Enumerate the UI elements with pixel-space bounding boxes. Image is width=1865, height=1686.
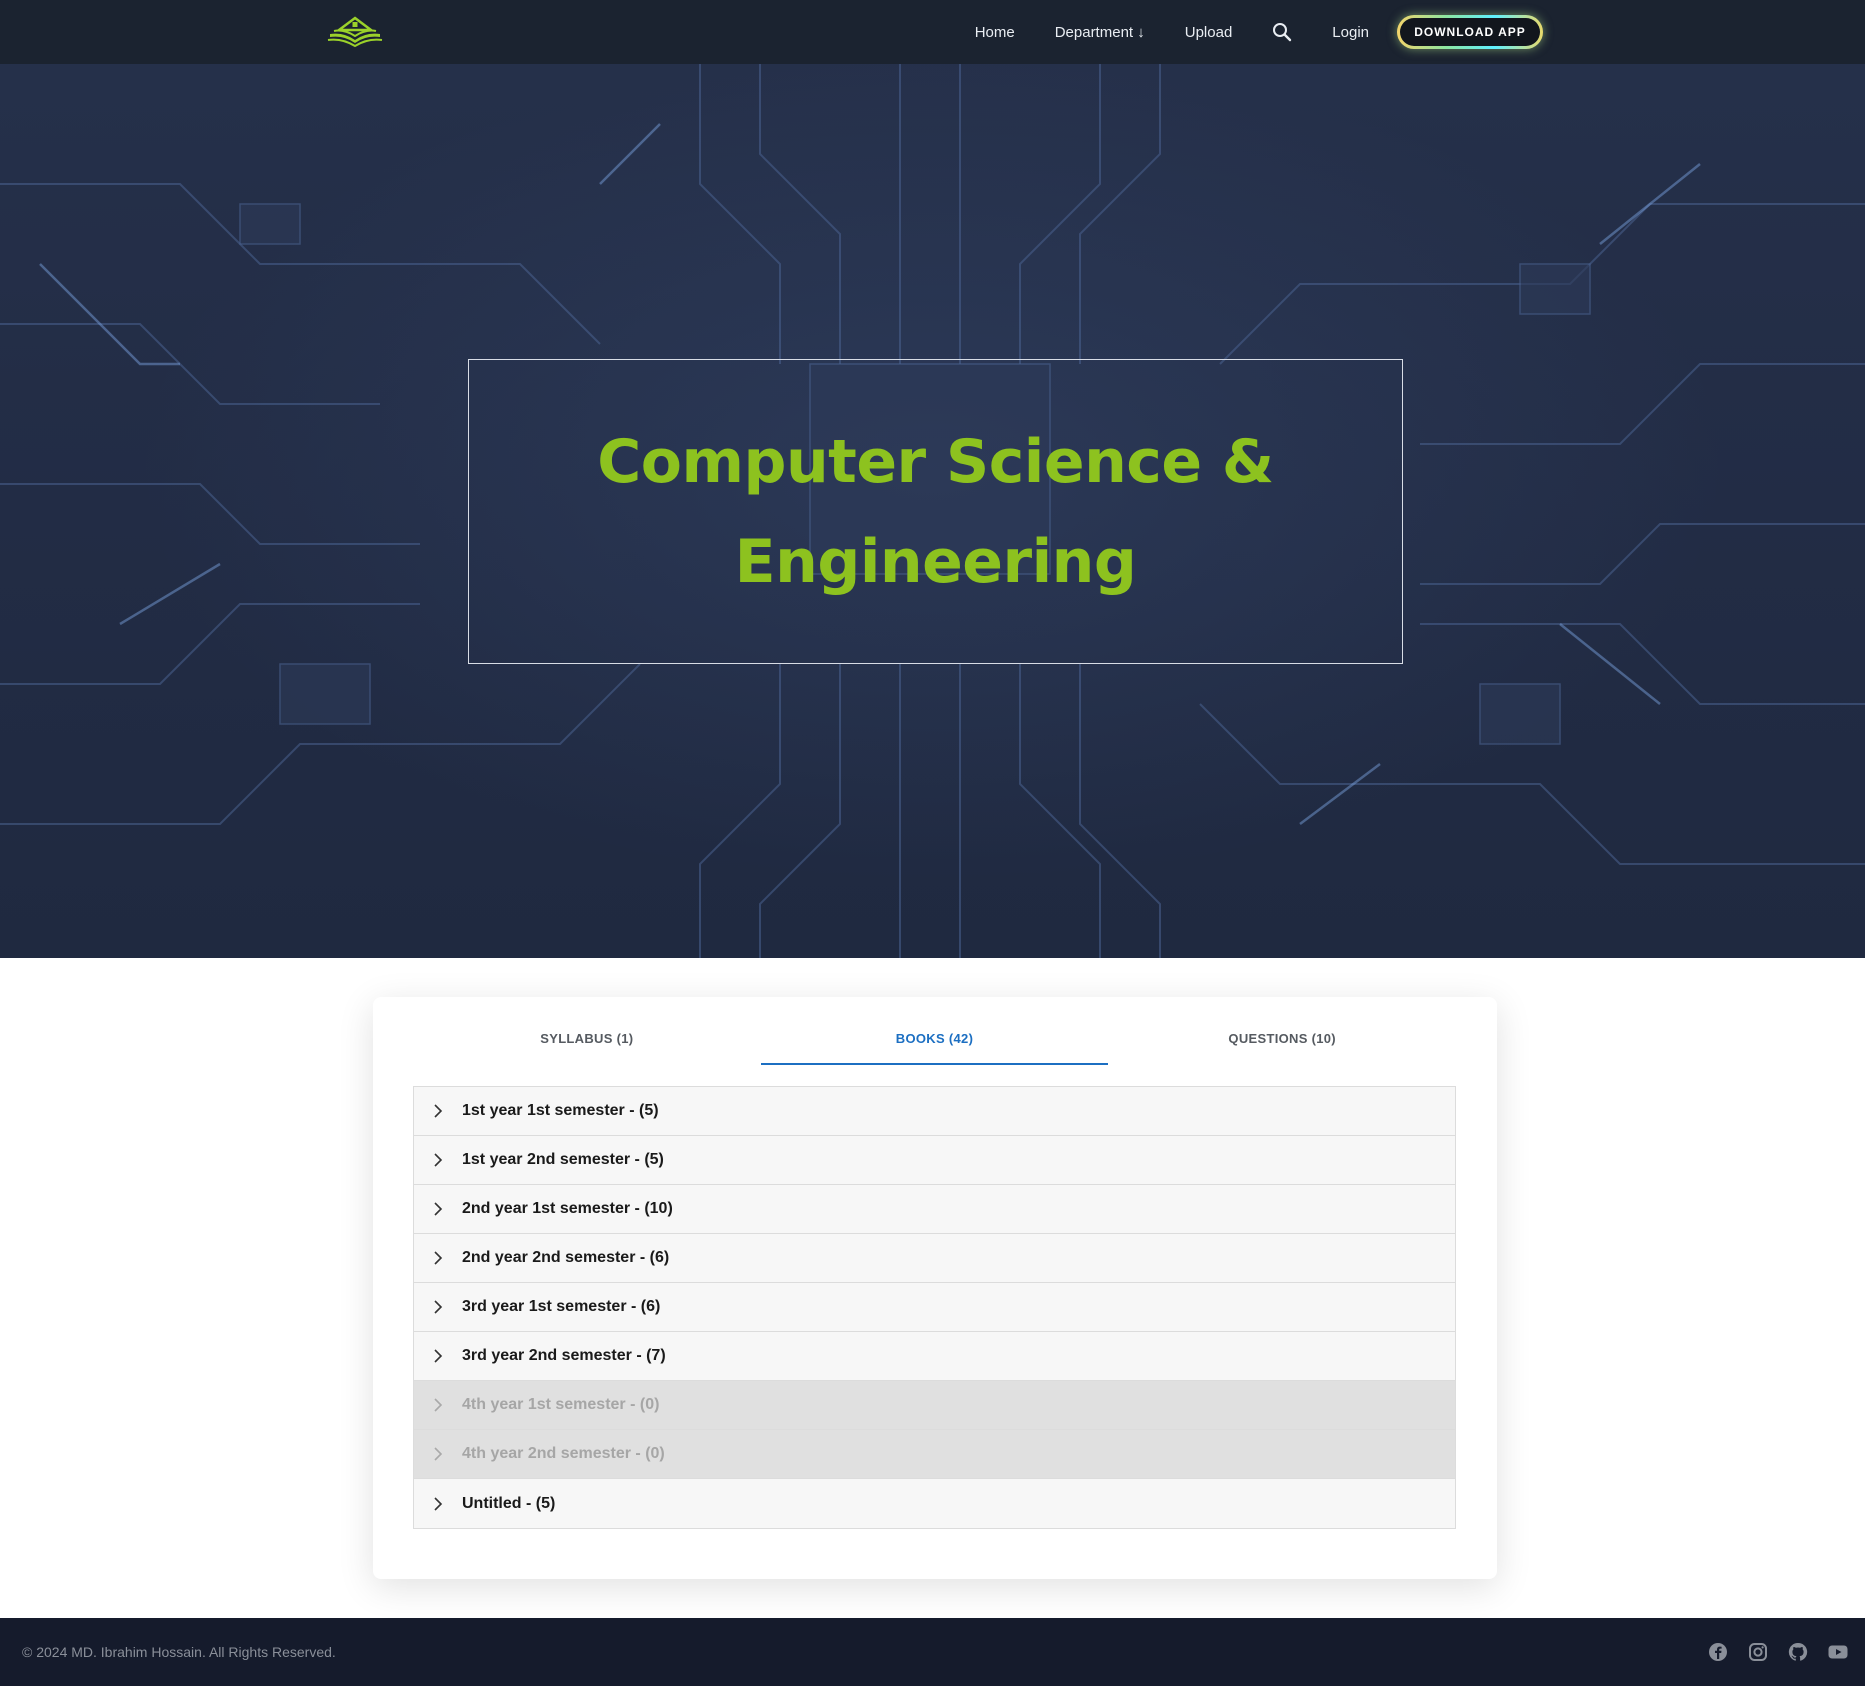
chevron-right-icon bbox=[414, 1332, 462, 1381]
chevron-right-icon bbox=[414, 1087, 462, 1136]
github-icon[interactable] bbox=[1787, 1641, 1809, 1663]
accordion-item-label: 2nd year 2nd semester - (6) bbox=[462, 1249, 670, 1266]
copyright-text: © 2024 MD. Ibrahim Hossain. All Rights R… bbox=[22, 1644, 336, 1660]
accordion-item-label: 4th year 1st semester - (0) bbox=[462, 1396, 660, 1413]
accordion-item-label: 2nd year 1st semester - (10) bbox=[462, 1200, 673, 1217]
chevron-right-icon bbox=[414, 1479, 462, 1528]
accordion-item-label: 4th year 2nd semester - (0) bbox=[462, 1445, 665, 1462]
chevron-right-icon bbox=[414, 1381, 462, 1430]
social-links bbox=[1689, 1641, 1849, 1663]
semester-accordion: 1st year 1st semester - (5) 1st year 2nd… bbox=[413, 1086, 1456, 1529]
tab-questions[interactable]: QUESTIONS (10) bbox=[1108, 1017, 1456, 1065]
accordion-item-label: 3rd year 1st semester - (6) bbox=[462, 1298, 661, 1315]
accordion-item-label: Untitled - (5) bbox=[462, 1494, 556, 1512]
accordion-item-label: 1st year 2nd semester - (5) bbox=[462, 1151, 664, 1168]
nav-login-link[interactable]: Login bbox=[1332, 24, 1369, 41]
accordion-item[interactable]: 3rd year 1st semester - (6) bbox=[414, 1283, 1455, 1332]
chevron-right-icon bbox=[414, 1136, 462, 1185]
tab-books[interactable]: BOOKS (42) bbox=[760, 1017, 1109, 1065]
nav-home-link[interactable]: Home bbox=[975, 24, 1015, 41]
nav-department-dropdown[interactable]: Department ↓ bbox=[1055, 24, 1145, 41]
facebook-icon[interactable] bbox=[1707, 1641, 1729, 1663]
book-house-logo-icon[interactable] bbox=[326, 16, 384, 48]
tab-bar: SYLLABUS (1) BOOKS (42) QUESTIONS (10) bbox=[413, 1017, 1456, 1065]
nav-upload-link[interactable]: Upload bbox=[1185, 24, 1233, 41]
accordion-item[interactable]: 1st year 1st semester - (5) bbox=[414, 1087, 1455, 1136]
accordion-item[interactable]: 2nd year 1st semester - (10) bbox=[414, 1185, 1455, 1234]
accordion-item-label: 1st year 1st semester - (5) bbox=[462, 1102, 659, 1119]
instagram-icon[interactable] bbox=[1747, 1641, 1769, 1663]
page-title: Computer Science & Engineering bbox=[597, 426, 1274, 597]
chevron-right-icon bbox=[414, 1283, 462, 1332]
top-navbar: Home Department ↓ Upload Login DOWNLOAD … bbox=[0, 0, 1865, 64]
content-card: SYLLABUS (1) BOOKS (42) QUESTIONS (10) 1… bbox=[373, 997, 1497, 1579]
accordion-item[interactable]: 3rd year 2nd semester - (7) bbox=[414, 1332, 1455, 1381]
accordion-item-disabled: 4th year 1st semester - (0) bbox=[414, 1381, 1455, 1430]
hero-banner: Computer Science & Engineering bbox=[0, 64, 1865, 958]
chevron-right-icon bbox=[414, 1234, 462, 1283]
tab-syllabus[interactable]: SYLLABUS (1) bbox=[413, 1017, 761, 1065]
nav-links: Home Department ↓ Upload Login DOWNLOAD … bbox=[975, 0, 1543, 64]
chevron-right-icon bbox=[414, 1185, 462, 1234]
accordion-item[interactable]: Untitled - (5) bbox=[414, 1479, 1455, 1528]
accordion-item[interactable]: 1st year 2nd semester - (5) bbox=[414, 1136, 1455, 1185]
hero-title-frame: Computer Science & Engineering bbox=[468, 359, 1403, 664]
site-footer: © 2024 MD. Ibrahim Hossain. All Rights R… bbox=[0, 1618, 1865, 1686]
chevron-right-icon bbox=[414, 1430, 462, 1479]
youtube-icon[interactable] bbox=[1827, 1641, 1849, 1663]
download-app-button[interactable]: DOWNLOAD APP bbox=[1397, 15, 1543, 49]
accordion-item-label: 3rd year 2nd semester - (7) bbox=[462, 1347, 666, 1364]
accordion-item-disabled: 4th year 2nd semester - (0) bbox=[414, 1430, 1455, 1479]
search-icon[interactable] bbox=[1272, 22, 1292, 42]
accordion-item[interactable]: 2nd year 2nd semester - (6) bbox=[414, 1234, 1455, 1283]
